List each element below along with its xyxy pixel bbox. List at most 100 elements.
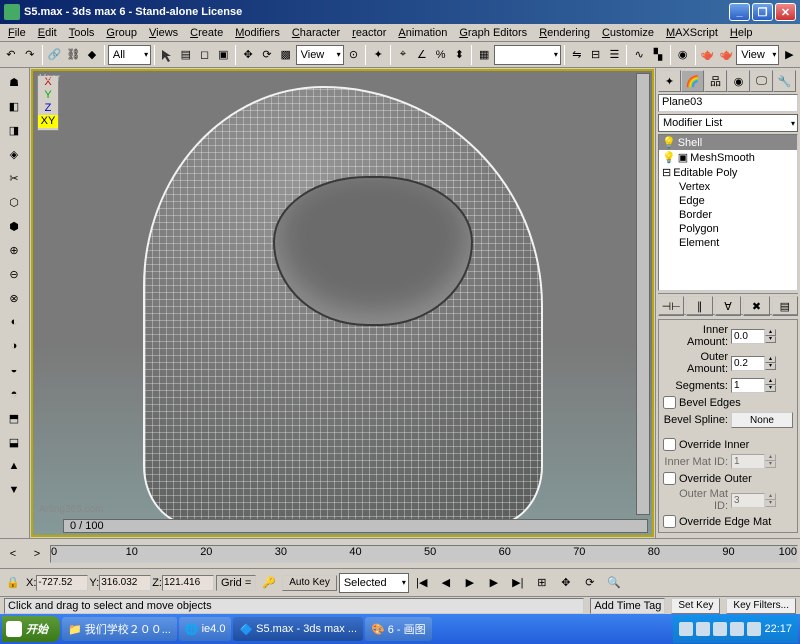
autokey-button[interactable]: Auto Key	[282, 575, 337, 591]
axis-y[interactable]: Y	[44, 89, 51, 102]
selection-filter-dropdown[interactable]: All	[108, 45, 151, 65]
move-button[interactable]: ✥	[239, 44, 257, 66]
layers-button[interactable]: ☰	[606, 44, 624, 66]
tool-9[interactable]: ⊖	[2, 262, 26, 286]
prev-frame-button[interactable]: ◀	[435, 572, 457, 594]
tool-6[interactable]: ⬡	[2, 190, 26, 214]
tool-7[interactable]: ⬢	[2, 214, 26, 238]
outer-amount-input[interactable]	[731, 356, 765, 371]
stack-meshsmooth[interactable]: 💡▣MeshSmooth	[659, 150, 797, 165]
menu-animation[interactable]: Animation	[392, 26, 453, 40]
quick-render-button[interactable]: 🫖	[717, 44, 735, 66]
stack-edge[interactable]: Edge	[659, 194, 797, 208]
render-button[interactable]: ▶	[780, 44, 798, 66]
tool-15[interactable]: ⬒	[2, 406, 26, 430]
close-button[interactable]: ✕	[775, 3, 796, 21]
ref-coord-dropdown[interactable]: View	[296, 45, 344, 65]
hierarchy-tab[interactable]: 品	[704, 70, 727, 92]
bevel-spline-button[interactable]: None	[731, 412, 793, 428]
menu-reactor[interactable]: reactor	[346, 26, 392, 40]
task-2[interactable]: 🌐ie4.0	[179, 617, 232, 641]
show-end-button[interactable]: ∥	[686, 296, 712, 316]
render-scene-button[interactable]: 🫖	[699, 44, 717, 66]
unlink-button[interactable]: ⛓	[64, 44, 82, 66]
select-region-button[interactable]: ◻	[196, 44, 214, 66]
select-button[interactable]	[158, 44, 176, 66]
material-editor-button[interactable]: ◉	[674, 44, 692, 66]
outer-spinner[interactable]: ▴▾	[765, 356, 776, 371]
menu-create[interactable]: Create	[184, 26, 229, 40]
play-button[interactable]: ▶	[459, 572, 481, 594]
override-inner-checkbox[interactable]	[663, 438, 676, 451]
nav-3[interactable]: ⟳	[579, 572, 601, 594]
tray-icon[interactable]	[730, 622, 744, 636]
tool-17[interactable]: ▲	[2, 454, 26, 478]
menu-modifiers[interactable]: Modifiers	[229, 26, 286, 40]
tray-icon[interactable]	[696, 622, 710, 636]
modify-tab[interactable]: 🌈	[681, 70, 704, 92]
stack-shell[interactable]: 💡Shell	[659, 135, 797, 150]
utilities-tab[interactable]: 🔧	[773, 70, 796, 92]
bevel-edges-checkbox[interactable]	[663, 396, 676, 409]
tray-icon[interactable]	[679, 622, 693, 636]
tool-12[interactable]: ◑	[2, 334, 26, 358]
spinner-snap-button[interactable]: ⬍	[450, 44, 468, 66]
angle-snap-button[interactable]: ∠	[413, 44, 431, 66]
viewport[interactable]: X Y Z XY User 0 / 100 Arting365.com	[31, 69, 654, 537]
modifier-stack[interactable]: 💡Shell 💡▣MeshSmooth ⊟Editable Poly Verte…	[658, 134, 798, 291]
pivot-button[interactable]: ⊙	[345, 44, 363, 66]
menu-rendering[interactable]: Rendering	[533, 26, 596, 40]
snap-button[interactable]: ⌖	[394, 44, 412, 66]
stack-vertex[interactable]: Vertex	[659, 180, 797, 194]
make-unique-button[interactable]: ∀	[715, 296, 741, 316]
menu-grapheditors[interactable]: Graph Editors	[453, 26, 533, 40]
tool-1[interactable]: ☗	[2, 70, 26, 94]
task-3-active[interactable]: 🔷S5.max - 3ds max ...	[233, 617, 363, 641]
configure-button[interactable]: ▤	[772, 296, 798, 316]
nav-4[interactable]: 🔍	[603, 572, 625, 594]
mirror-button[interactable]: ⇋	[568, 44, 586, 66]
lock-button[interactable]: 🔒	[2, 572, 24, 594]
x-input[interactable]	[36, 575, 88, 591]
tool-3[interactable]: ◨	[2, 118, 26, 142]
link-button[interactable]: 🔗	[46, 44, 64, 66]
minimize-button[interactable]: _	[729, 3, 750, 21]
tool-14[interactable]: ◓	[2, 382, 26, 406]
modifier-list-dropdown[interactable]: Modifier List	[658, 114, 798, 132]
create-tab[interactable]: ✦	[658, 70, 681, 92]
override-edge-checkbox[interactable]	[663, 515, 676, 528]
tool-13[interactable]: ◒	[2, 358, 26, 382]
menu-edit[interactable]: Edit	[32, 26, 63, 40]
stack-epoly[interactable]: ⊟Editable Poly	[659, 165, 797, 180]
named-selection-dropdown[interactable]	[494, 45, 561, 65]
seg-spinner[interactable]: ▴▾	[765, 378, 776, 393]
inner-amount-input[interactable]	[731, 329, 765, 344]
bind-button[interactable]: ◆	[83, 44, 101, 66]
menu-views[interactable]: Views	[143, 26, 184, 40]
tool-18[interactable]: ▼	[2, 478, 26, 502]
schematic-button[interactable]: ▚	[649, 44, 667, 66]
manipulate-button[interactable]: ✦	[369, 44, 387, 66]
tool-8[interactable]: ⊕	[2, 238, 26, 262]
align-button[interactable]: ⊟	[587, 44, 605, 66]
time-ruler[interactable]: 0 10 20 30 40 50 60 70 80 90 100	[50, 545, 798, 563]
viewport-scroll-v[interactable]	[636, 73, 650, 515]
goto-start-button[interactable]: |◀	[411, 572, 433, 594]
undo-button[interactable]: ↶	[2, 44, 20, 66]
system-tray[interactable]: 22:17	[673, 615, 798, 643]
nav-1[interactable]: ⊞	[531, 572, 553, 594]
axis-xy[interactable]: XY	[38, 115, 58, 128]
tool-2[interactable]: ◧	[2, 94, 26, 118]
object-name-field[interactable]: Plane03	[658, 94, 798, 112]
menu-maxscript[interactable]: MAXScript	[660, 26, 724, 40]
rotate-button[interactable]: ⟳	[258, 44, 276, 66]
named-selset-button[interactable]: ▦	[475, 44, 493, 66]
tool-4[interactable]: ◈	[2, 142, 26, 166]
key-icon[interactable]: 🔑	[258, 572, 280, 594]
menu-group[interactable]: Group	[100, 26, 143, 40]
task-1[interactable]: 📁我们学校２００...	[62, 617, 177, 641]
menu-help[interactable]: Help	[724, 26, 759, 40]
remove-mod-button[interactable]: ✖	[743, 296, 769, 316]
goto-end-button[interactable]: ▶|	[507, 572, 529, 594]
curve-editor-button[interactable]: ∿	[630, 44, 648, 66]
